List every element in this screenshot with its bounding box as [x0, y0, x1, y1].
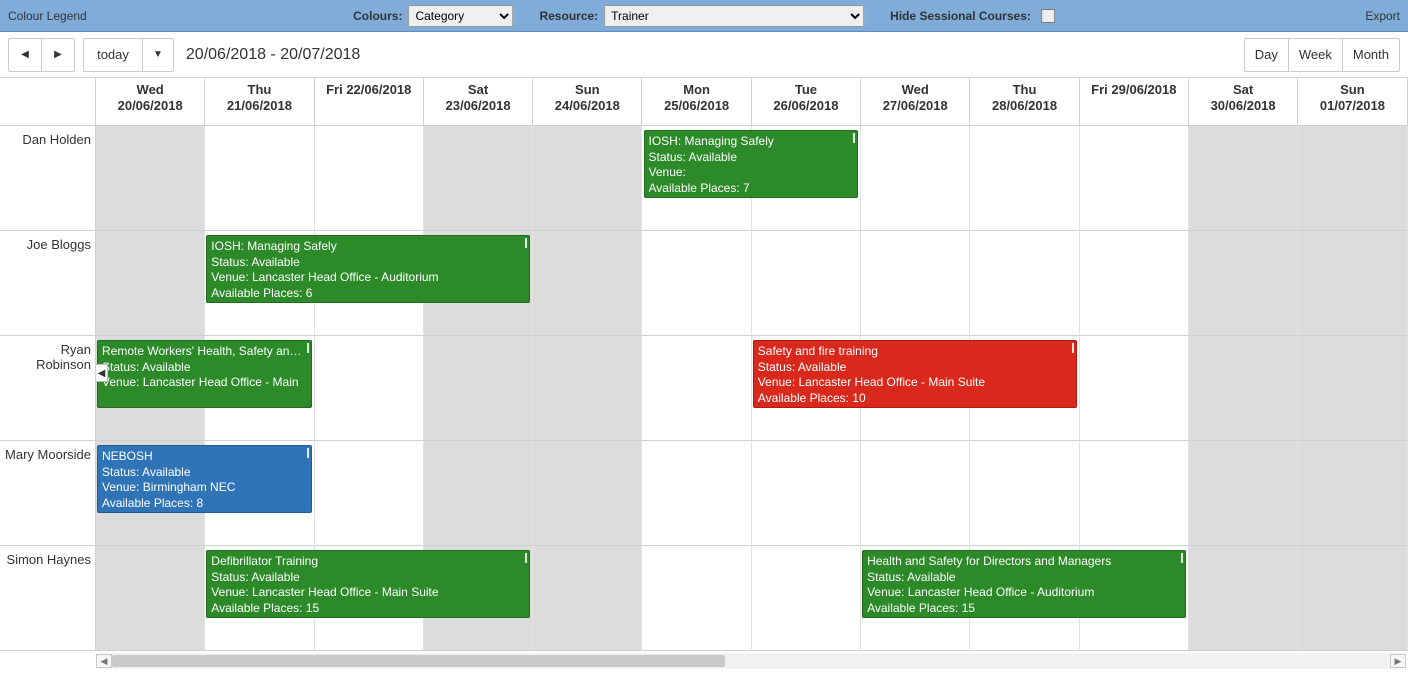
timeslot-cell[interactable]: [533, 231, 642, 336]
calendar-event[interactable]: Defibrillator TrainingStatus: AvailableV…: [206, 550, 530, 618]
timeslot-cell[interactable]: [424, 126, 533, 231]
colours-label: Colours:: [353, 9, 402, 23]
hide-sessional-checkbox[interactable]: [1041, 9, 1055, 23]
timeslot-cell[interactable]: [96, 231, 205, 336]
calendar-event[interactable]: IOSH: Managing SafelyStatus: AvailableVe…: [206, 235, 530, 303]
scheduler: Wed20/06/2018Thu21/06/2018Fri 22/06/2018…: [0, 78, 1408, 651]
timeslot-cell[interactable]: [1080, 336, 1189, 441]
view-week-button[interactable]: Week: [1288, 38, 1343, 72]
column-header: Sun01/07/2018: [1298, 78, 1407, 126]
resource-label: Resource:: [539, 9, 598, 23]
column-header: Thu28/06/2018: [970, 78, 1079, 126]
timeslot-cell[interactable]: [96, 126, 205, 231]
timeslot-cell[interactable]: [533, 336, 642, 441]
event-continues-left-icon[interactable]: ◀: [96, 364, 108, 382]
top-bar: Colour Legend Colours: Category Resource…: [0, 0, 1408, 32]
timeslot-cell[interactable]: [1189, 546, 1298, 651]
timeslot-cell[interactable]: [1298, 231, 1407, 336]
timeslot-cell[interactable]: [1189, 336, 1298, 441]
timeslot-cell[interactable]: [533, 126, 642, 231]
timeslot-cell[interactable]: [1298, 126, 1407, 231]
timeslot-cell[interactable]: [533, 441, 642, 546]
timeslot-cell[interactable]: [1080, 231, 1189, 336]
calendar-toolbar: ◀ ▶ today ▼ 20/06/2018 - 20/07/2018 Day …: [0, 32, 1408, 78]
timeslot-cell[interactable]: [642, 231, 751, 336]
chevron-down-icon: ▼: [153, 49, 163, 60]
resource-cell: Mary Moorside: [0, 441, 96, 546]
column-header: Wed20/06/2018: [96, 78, 205, 126]
scroll-right-icon[interactable]: ▶: [1390, 654, 1406, 668]
timeslot-cell[interactable]: [752, 231, 861, 336]
calendar-event[interactable]: Safety and fire trainingStatus: Availabl…: [753, 340, 1077, 408]
timeslot-cell[interactable]: [1189, 231, 1298, 336]
prev-button[interactable]: ◀: [8, 38, 42, 72]
resource-cell: Ryan Robinson: [0, 336, 96, 441]
column-header: Fri 29/06/2018: [1080, 78, 1189, 126]
timeslot-cell[interactable]: [861, 441, 970, 546]
date-range-label: 20/06/2018 - 20/07/2018: [186, 46, 360, 64]
timeslot-cell[interactable]: [1298, 546, 1407, 651]
calendar-event[interactable]: NEBOSHStatus: AvailableVenue: Birmingham…: [97, 445, 312, 513]
nav-button-group: ◀ ▶: [8, 38, 75, 72]
timeslot-cell[interactable]: [1189, 441, 1298, 546]
column-header: Fri 22/06/2018: [315, 78, 424, 126]
column-header: Tue26/06/2018: [752, 78, 861, 126]
timeslot-cell[interactable]: [315, 441, 424, 546]
today-button-group: today ▼: [83, 38, 174, 72]
today-button[interactable]: today: [83, 38, 143, 72]
column-header: Thu21/06/2018: [205, 78, 314, 126]
chevron-left-icon: ◀: [21, 49, 29, 60]
timeslot-cell[interactable]: [970, 441, 1079, 546]
timeslot-cell[interactable]: [1080, 126, 1189, 231]
column-header: Wed27/06/2018: [861, 78, 970, 126]
timeslot-cell[interactable]: [752, 441, 861, 546]
timeslot-cell[interactable]: [1298, 441, 1407, 546]
column-header: Sun24/06/2018: [533, 78, 642, 126]
view-day-button[interactable]: Day: [1244, 38, 1289, 72]
resource-cell: Simon Haynes: [0, 546, 96, 651]
next-button[interactable]: ▶: [41, 38, 75, 72]
timeslot-cell[interactable]: [1298, 336, 1407, 441]
scroll-left-icon[interactable]: ◀: [96, 654, 112, 668]
calendar-event[interactable]: Health and Safety for Directors and Mana…: [862, 550, 1186, 618]
hide-sessional-label: Hide Sessional Courses:: [890, 9, 1031, 23]
timeslot-cell[interactable]: [642, 441, 751, 546]
resource-cell: Dan Holden: [0, 126, 96, 231]
horizontal-scrollbar[interactable]: ◀ ▶: [96, 653, 1406, 669]
timeslot-cell[interactable]: [1080, 441, 1189, 546]
calendar-event[interactable]: IOSH: Managing SafelyStatus: AvailableVe…: [644, 130, 859, 198]
timeslot-cell[interactable]: [642, 546, 751, 651]
colours-select[interactable]: Category: [408, 5, 513, 27]
timeslot-cell[interactable]: [861, 231, 970, 336]
timeslot-cell[interactable]: [424, 336, 533, 441]
topbar-controls: Colours: Category Resource: Trainer Hide…: [353, 5, 1055, 27]
resource-cell: Joe Bloggs: [0, 231, 96, 336]
timeslot-cell[interactable]: [752, 546, 861, 651]
calendar-event[interactable]: Remote Workers' Health, Safety and Welfa…: [97, 340, 312, 408]
timeslot-cell[interactable]: [424, 441, 533, 546]
export-link[interactable]: Export: [1365, 9, 1400, 23]
header-corner: [0, 78, 96, 126]
colour-legend-link[interactable]: Colour Legend: [8, 9, 87, 23]
timeslot-cell[interactable]: [642, 336, 751, 441]
timeslot-cell[interactable]: [970, 231, 1079, 336]
column-header: Sat23/06/2018: [424, 78, 533, 126]
timeslot-cell[interactable]: [1189, 126, 1298, 231]
view-switcher: Day Week Month: [1244, 38, 1400, 72]
timeslot-cell[interactable]: [970, 126, 1079, 231]
timeslot-cell[interactable]: [315, 336, 424, 441]
today-dropdown-button[interactable]: ▼: [142, 38, 174, 72]
view-month-button[interactable]: Month: [1342, 38, 1400, 72]
timeslot-cell[interactable]: [861, 126, 970, 231]
timeslot-cell[interactable]: [315, 126, 424, 231]
chevron-right-icon: ▶: [54, 49, 62, 60]
timeslot-cell[interactable]: [205, 126, 314, 231]
column-header: Sat30/06/2018: [1189, 78, 1298, 126]
column-header: Mon25/06/2018: [642, 78, 751, 126]
timeslot-cell[interactable]: [96, 546, 205, 651]
timeslot-cell[interactable]: [533, 546, 642, 651]
resource-select[interactable]: Trainer: [604, 5, 864, 27]
